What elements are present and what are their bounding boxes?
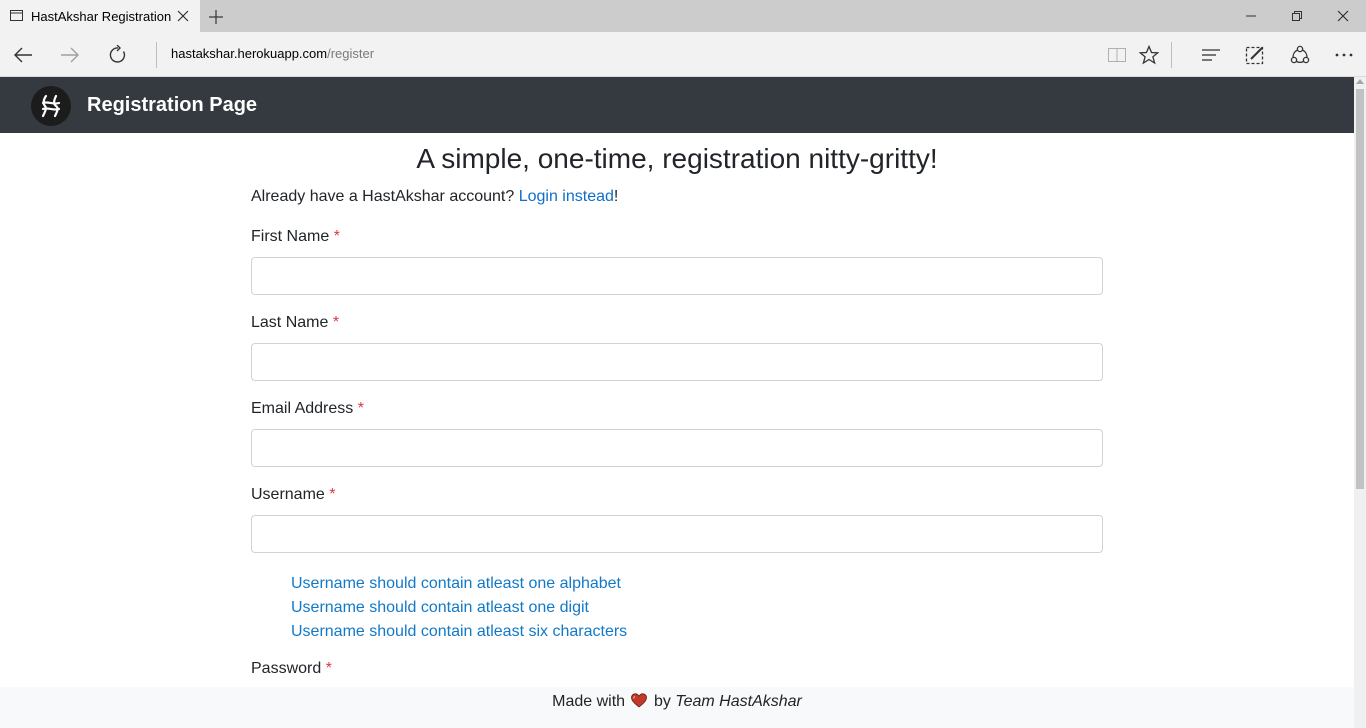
- forward-button[interactable]: [56, 41, 84, 69]
- page-scrollbar[interactable]: [1354, 77, 1366, 728]
- login-prompt-text: Already have a HastAkshar account?: [251, 188, 519, 205]
- first-name-label: First Name *: [251, 228, 340, 246]
- more-button[interactable]: [1330, 41, 1358, 69]
- last-name-label-text: Last Name: [251, 314, 329, 331]
- share-button[interactable]: [1286, 41, 1314, 69]
- username-hint: Username should contain atleast one alph…: [291, 575, 621, 592]
- heart-icon: [631, 693, 648, 708]
- back-icon: [14, 47, 32, 63]
- tab-page-icon: [10, 10, 23, 21]
- logo-glyph: [41, 94, 61, 118]
- username-hints: Username should contain atleast one alph…: [291, 572, 627, 644]
- username-label-text: Username: [251, 486, 325, 503]
- login-prompt-suffix: !: [613, 188, 619, 205]
- address-separator: [156, 42, 157, 68]
- back-button[interactable]: [9, 41, 37, 69]
- hub-button[interactable]: [1197, 41, 1225, 69]
- close-window-icon: [1337, 10, 1349, 22]
- page-footer: Made with by Team HastAkshar: [0, 687, 1354, 728]
- hub-icon: [1202, 49, 1220, 61]
- tab-strip: HastAkshar Registration: [0, 0, 1366, 32]
- close-icon[interactable]: [176, 9, 190, 23]
- more-icon: [1335, 53, 1353, 57]
- footer-prefix: Made with: [552, 693, 626, 710]
- address-domain: hastakshar.herokuapp.com: [171, 46, 328, 61]
- share-icon: [1290, 45, 1310, 64]
- refresh-button[interactable]: [104, 41, 132, 69]
- first-name-input[interactable]: [251, 257, 1103, 295]
- toolbar-separator: [1171, 42, 1172, 68]
- close-window-button[interactable]: [1320, 0, 1366, 32]
- tab-title: HastAkshar Registration: [31, 9, 172, 24]
- plus-icon[interactable]: [207, 8, 225, 26]
- browser-toolbar: hastakshar.herokuapp.com/register: [0, 32, 1366, 77]
- web-note-button[interactable]: [1241, 41, 1269, 69]
- login-instead-link[interactable]: Login instead: [519, 188, 614, 205]
- address-bar[interactable]: hastakshar.herokuapp.com/register: [171, 46, 374, 61]
- first-name-label-text: First Name: [251, 228, 330, 245]
- restore-icon: [1292, 11, 1302, 21]
- username-label: Username *: [251, 486, 336, 504]
- forward-icon: [61, 47, 79, 63]
- email-label-text: Email Address: [251, 400, 354, 417]
- minimize-icon: [1246, 15, 1256, 17]
- required-mark: *: [325, 660, 332, 677]
- password-label: Password *: [251, 660, 332, 678]
- hastakshar-logo-icon[interactable]: [31, 86, 71, 126]
- scroll-up-arrow-icon[interactable]: [1356, 79, 1364, 84]
- email-input[interactable]: [251, 429, 1103, 467]
- web-note-icon: [1245, 46, 1264, 65]
- reading-view-button[interactable]: [1103, 41, 1131, 69]
- reading-view-icon: [1108, 48, 1126, 62]
- favorite-star-icon: [1139, 45, 1159, 65]
- minimize-button[interactable]: [1228, 0, 1274, 32]
- required-mark: *: [332, 314, 340, 331]
- restore-button[interactable]: [1274, 0, 1320, 32]
- address-path: /register: [327, 46, 375, 61]
- password-label-text: Password: [251, 660, 322, 677]
- username-hint: Username should contain atleast six char…: [291, 623, 628, 640]
- favorite-button[interactable]: [1135, 41, 1163, 69]
- username-input[interactable]: [251, 515, 1103, 553]
- required-mark: *: [333, 228, 340, 245]
- username-hint: Username should contain atleast one digi…: [291, 599, 589, 616]
- email-label: Email Address *: [251, 400, 364, 418]
- scroll-thumb[interactable]: [1356, 89, 1364, 489]
- login-prompt: Already have a HastAkshar account? Login…: [251, 188, 618, 206]
- required-mark: *: [357, 400, 364, 417]
- page-viewport: Registration Page A simple, one-time, re…: [0, 77, 1366, 728]
- last-name-input[interactable]: [251, 343, 1103, 381]
- last-name-label: Last Name *: [251, 314, 339, 332]
- footer-by: by: [653, 693, 671, 710]
- refresh-icon: [109, 45, 126, 63]
- footer-team: Team HastAkshar: [675, 693, 802, 710]
- app-header: Registration Page: [0, 77, 1354, 133]
- registration-headline: A simple, one-time, registration nitty-g…: [416, 143, 938, 174]
- required-mark: *: [329, 486, 336, 503]
- page-title: Registration Page: [87, 94, 258, 116]
- browser-tab[interactable]: HastAkshar Registration: [0, 0, 200, 32]
